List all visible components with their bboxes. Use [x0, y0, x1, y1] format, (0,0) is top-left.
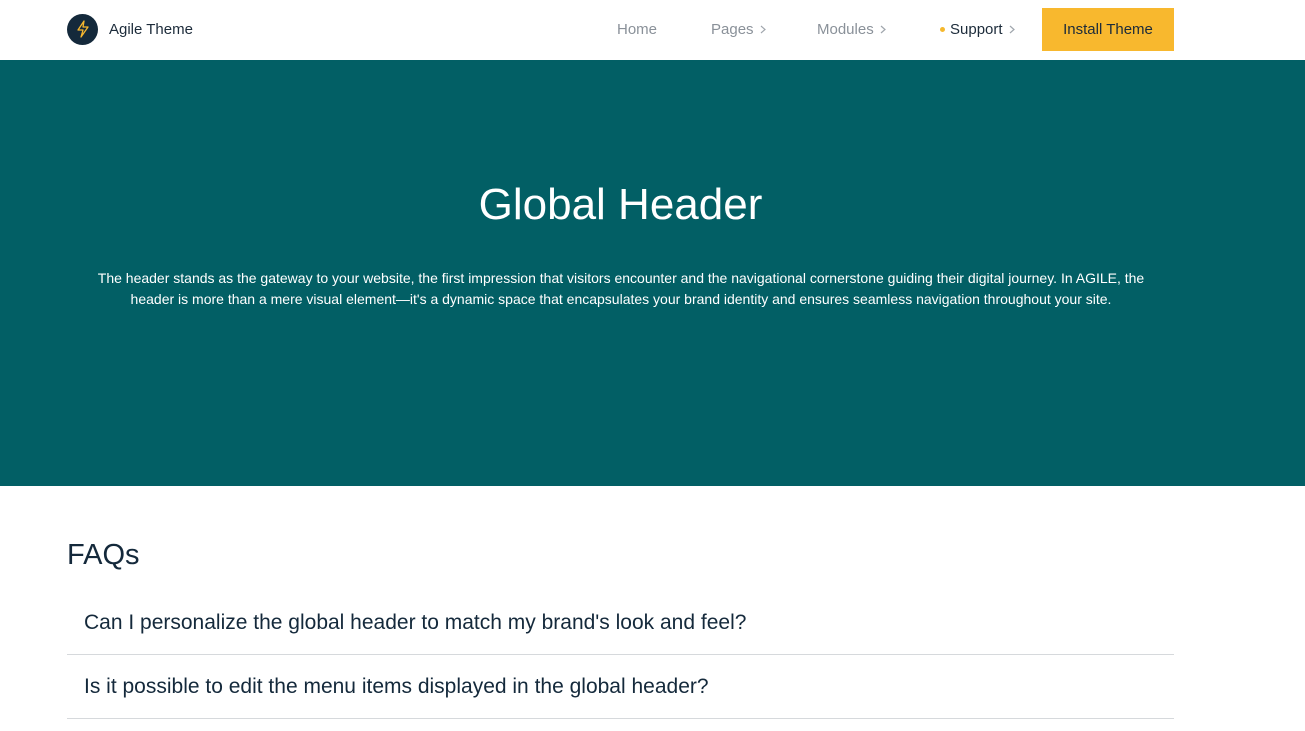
nav-modules-label: Modules	[817, 20, 874, 38]
site-header: Agile Theme Home Pages Modules Support I…	[0, 0, 1305, 60]
chevron-right-icon	[760, 25, 766, 34]
nav-modules[interactable]: Modules	[817, 19, 886, 39]
faq-item[interactable]: Is it possible to edit the menu items di…	[67, 655, 1174, 719]
chevron-right-icon	[880, 25, 886, 34]
nav-pages[interactable]: Pages	[711, 19, 766, 39]
brand-link[interactable]: Agile Theme	[67, 13, 193, 45]
hero-banner: Global Header The header stands as the g…	[0, 60, 1305, 486]
nav-home[interactable]: Home	[617, 19, 657, 39]
faq-item[interactable]: Can I personalize the global header to m…	[67, 591, 1174, 655]
active-dot-icon	[940, 26, 945, 32]
nav-pages-label: Pages	[711, 20, 754, 38]
install-theme-button[interactable]: Install Theme	[1042, 8, 1174, 51]
page-title: Global Header	[478, 180, 763, 229]
nav-home-label: Home	[617, 20, 658, 38]
brand-name: Agile Theme	[109, 20, 193, 38]
lightning-bolt-icon	[67, 13, 98, 45]
chevron-right-icon	[1009, 25, 1015, 34]
nav-support-label: Support	[950, 20, 1003, 38]
faq-question: Is it possible to edit the menu items di…	[84, 674, 709, 698]
faq-question: Can I personalize the global header to m…	[84, 610, 747, 634]
faq-heading: FAQs	[67, 539, 140, 571]
nav-support[interactable]: Support	[940, 19, 1015, 39]
hero-description: The header stands as the gateway to your…	[97, 270, 1145, 307]
